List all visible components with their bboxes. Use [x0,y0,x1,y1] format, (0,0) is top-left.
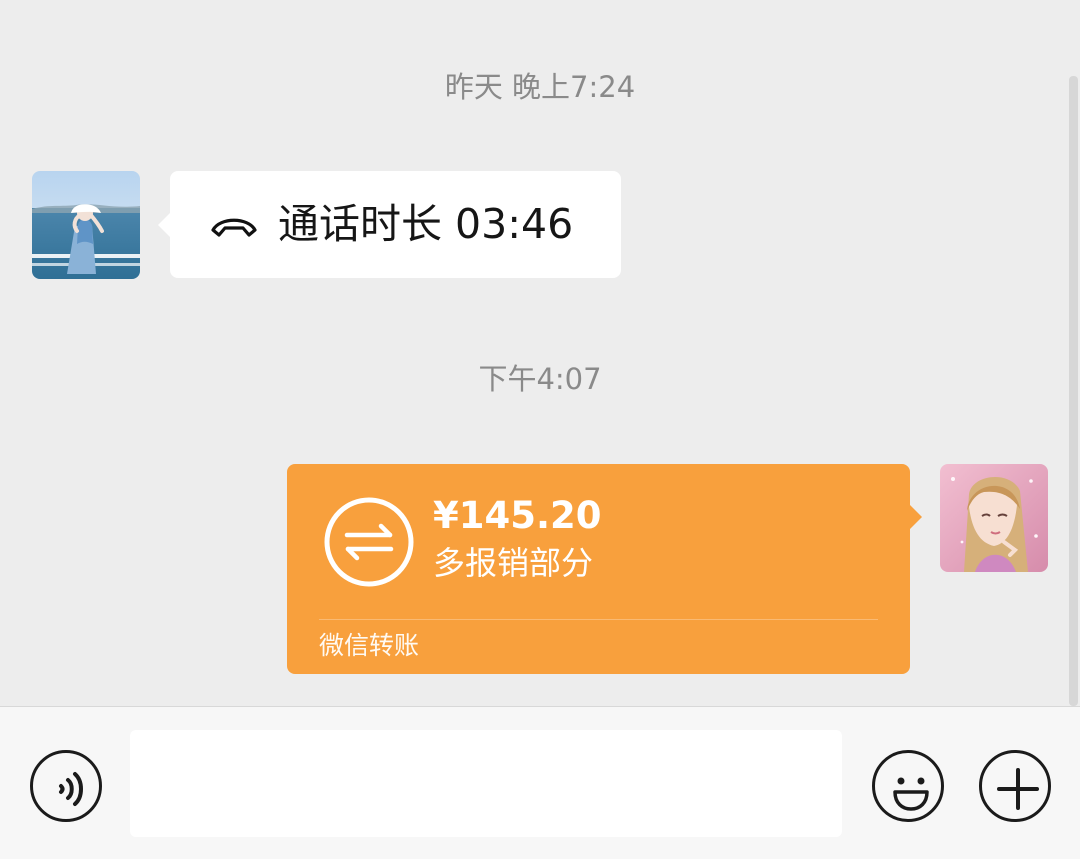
contact-avatar[interactable] [32,171,140,279]
my-avatar[interactable] [940,464,1048,572]
timestamp: 昨天 晚上7:24 [444,70,636,104]
message-input[interactable] [130,730,842,837]
scrollbar[interactable] [1069,76,1078,706]
wechat-transfer-message[interactable]: ¥145.20 多报销部分 微信转账 [287,464,922,674]
transfer-footer: 微信转账 [319,631,420,660]
emoji-button[interactable] [872,750,944,822]
voice-call-message[interactable]: 通话时长 03:46 [158,171,621,278]
phone-hangup-icon [211,218,257,237]
more-actions-button[interactable] [979,750,1051,822]
plus-icon [997,768,1039,810]
emoji-icon [893,777,929,811]
call-duration-label: 通话时长 03:46 [278,200,574,248]
transfer-divider [319,619,878,620]
voice-input-button[interactable] [30,750,102,822]
transfer-note: 多报销部分 [433,544,594,582]
transfer-amount: ¥145.20 [433,494,602,537]
timestamp: 下午4:07 [478,362,602,396]
transfer-icon [324,497,414,587]
voice-icon [59,772,83,806]
message-input-bar [0,706,1080,859]
